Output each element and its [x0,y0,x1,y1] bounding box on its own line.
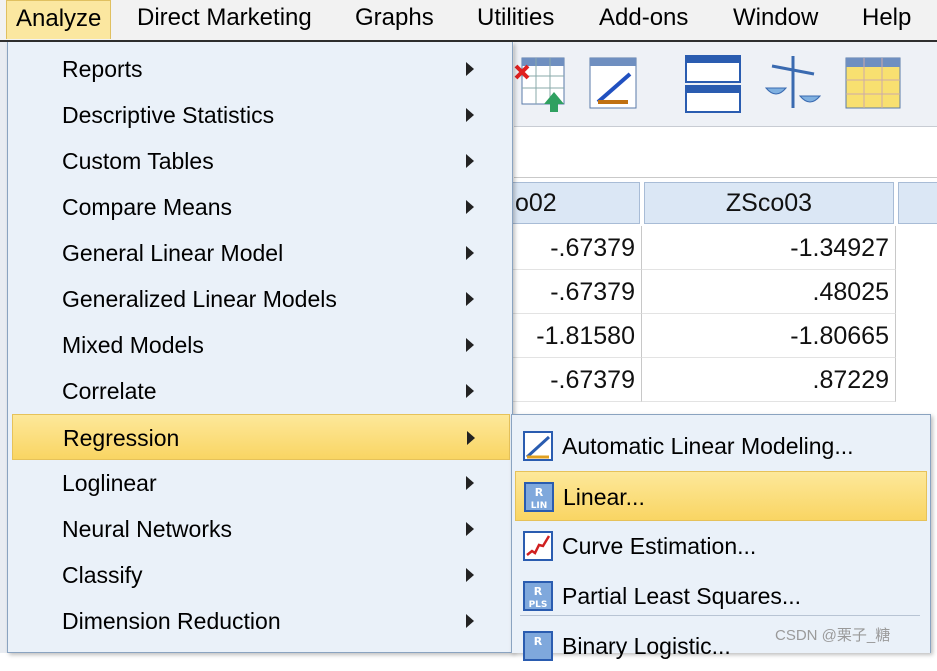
menu-item-label: Descriptive Statistics [62,102,275,128]
auto-linear-icon [523,431,553,461]
menu-item-classify[interactable]: Classify [12,552,510,598]
table-cell[interactable]: .48025 [642,270,896,314]
menu-item-correlate[interactable]: Correlate [12,368,510,414]
menu-analyze[interactable]: Analyze [6,0,112,39]
table-cell[interactable]: -1.81580 [506,314,642,358]
column-header[interactable]: o02 [506,182,640,224]
submenu-arrow-icon [466,62,474,76]
svg-text:PLS: PLS [529,600,548,610]
linear-regression-icon: R LIN [524,482,554,512]
submenu-arrow-icon [467,431,475,445]
value-labels-icon[interactable] [844,52,902,114]
menu-item-label: Reports [62,56,143,82]
submenu-arrow-icon [466,568,474,582]
menu-item-neural-networks[interactable]: Neural Networks [12,506,510,552]
column-header[interactable] [898,182,937,224]
submenu-item-automatic-linear-modeling[interactable]: Automatic Linear Modeling... [515,421,927,471]
submenu-arrow-icon [466,108,474,122]
menu-graphs[interactable]: Graphs [346,0,443,38]
submenu-arrow-icon [466,476,474,490]
menu-item-reports[interactable]: Reports [12,46,510,92]
submenu-item-label: Partial Least Squares... [562,583,802,609]
submenu-item-label: Linear... [563,484,645,510]
menu-item-mixed-models[interactable]: Mixed Models [12,322,510,368]
binary-logistic-icon: R [523,631,553,661]
menu-addons[interactable]: Add-ons [590,0,697,38]
menu-item-label: Generalized Linear Models [62,286,337,312]
menu-item-label: Custom Tables [62,148,214,174]
submenu-arrow-icon [466,292,474,306]
menu-help[interactable]: Help [853,0,920,38]
analyze-menu: Reports Descriptive Statistics Custom Ta… [7,42,513,653]
table-cell[interactable]: .87229 [642,358,896,402]
svg-text:LIN: LIN [531,501,548,511]
cell-editor[interactable] [514,127,937,178]
toolbar [514,42,937,127]
menu-item-label: Neural Networks [62,516,232,542]
menu-item-custom-tables[interactable]: Custom Tables [12,138,510,184]
curve-estimation-icon [523,531,553,561]
submenu-item-partial-least-squares[interactable]: R PLS Partial Least Squares... [515,571,927,621]
submenu-arrow-icon [466,338,474,352]
menu-item-regression[interactable]: Regression [12,414,510,460]
submenu-arrow-icon [466,522,474,536]
weight-scale-icon[interactable] [764,52,822,114]
svg-text:R: R [534,585,543,598]
table-cell[interactable]: -1.80665 [642,314,896,358]
submenu-arrow-icon [466,246,474,260]
submenu-item-curve-estimation[interactable]: Curve Estimation... [515,521,927,571]
menu-item-compare-means[interactable]: Compare Means [12,184,510,230]
table-cell[interactable]: -.67379 [506,226,642,270]
menu-item-label: Correlate [62,378,157,404]
submenu-divider [520,615,920,616]
menu-item-label: Compare Means [62,194,233,220]
table-cell[interactable]: -1.34927 [642,226,896,270]
menu-item-general-linear-model[interactable]: General Linear Model [12,230,510,276]
menu-direct-marketing[interactable]: Direct Marketing [128,0,321,38]
menu-item-loglinear[interactable]: Loglinear [12,460,510,506]
table-cell[interactable]: -.67379 [506,358,642,402]
submenu-item-linear[interactable]: R LIN Linear... [515,471,927,521]
select-cases-icon[interactable] [514,52,572,114]
menu-item-label: General Linear Model [62,240,284,266]
regression-submenu: Automatic Linear Modeling... R LIN Linea… [511,414,931,661]
column-header[interactable]: ZSco03 [644,182,894,224]
menu-bar: Analyze Direct Marketing Graphs Utilitie… [0,0,937,42]
submenu-arrow-icon [466,200,474,214]
menu-utilities[interactable]: Utilities [468,0,563,38]
pls-icon: R PLS [523,581,553,611]
svg-text:R: R [535,486,544,499]
submenu-arrow-icon [466,154,474,168]
submenu-arrow-icon [466,384,474,398]
menu-item-label: Loglinear [62,470,157,496]
menu-item-label: Mixed Models [62,332,204,358]
submenu-item-label: Curve Estimation... [562,533,757,559]
menu-window[interactable]: Window [724,0,827,38]
submenu-item-label: Binary Logistic... [562,633,731,659]
menu-item-dimension-reduction[interactable]: Dimension Reduction [12,598,510,644]
weight-cases-icon[interactable] [584,52,642,114]
submenu-arrow-icon [466,614,474,628]
menu-item-label: Dimension Reduction [62,608,281,634]
menu-item-label: Regression [63,425,180,451]
menu-item-label: Classify [62,562,143,588]
submenu-item-label: Automatic Linear Modeling... [562,433,854,459]
svg-text:R: R [534,635,543,648]
watermark: CSDN @栗子_糖 [775,627,891,644]
split-file-icon[interactable] [684,52,742,114]
menu-item-descriptive-statistics[interactable]: Descriptive Statistics [12,92,510,138]
table-cell[interactable]: -.67379 [506,270,642,314]
menu-item-generalized-linear-models[interactable]: Generalized Linear Models [12,276,510,322]
